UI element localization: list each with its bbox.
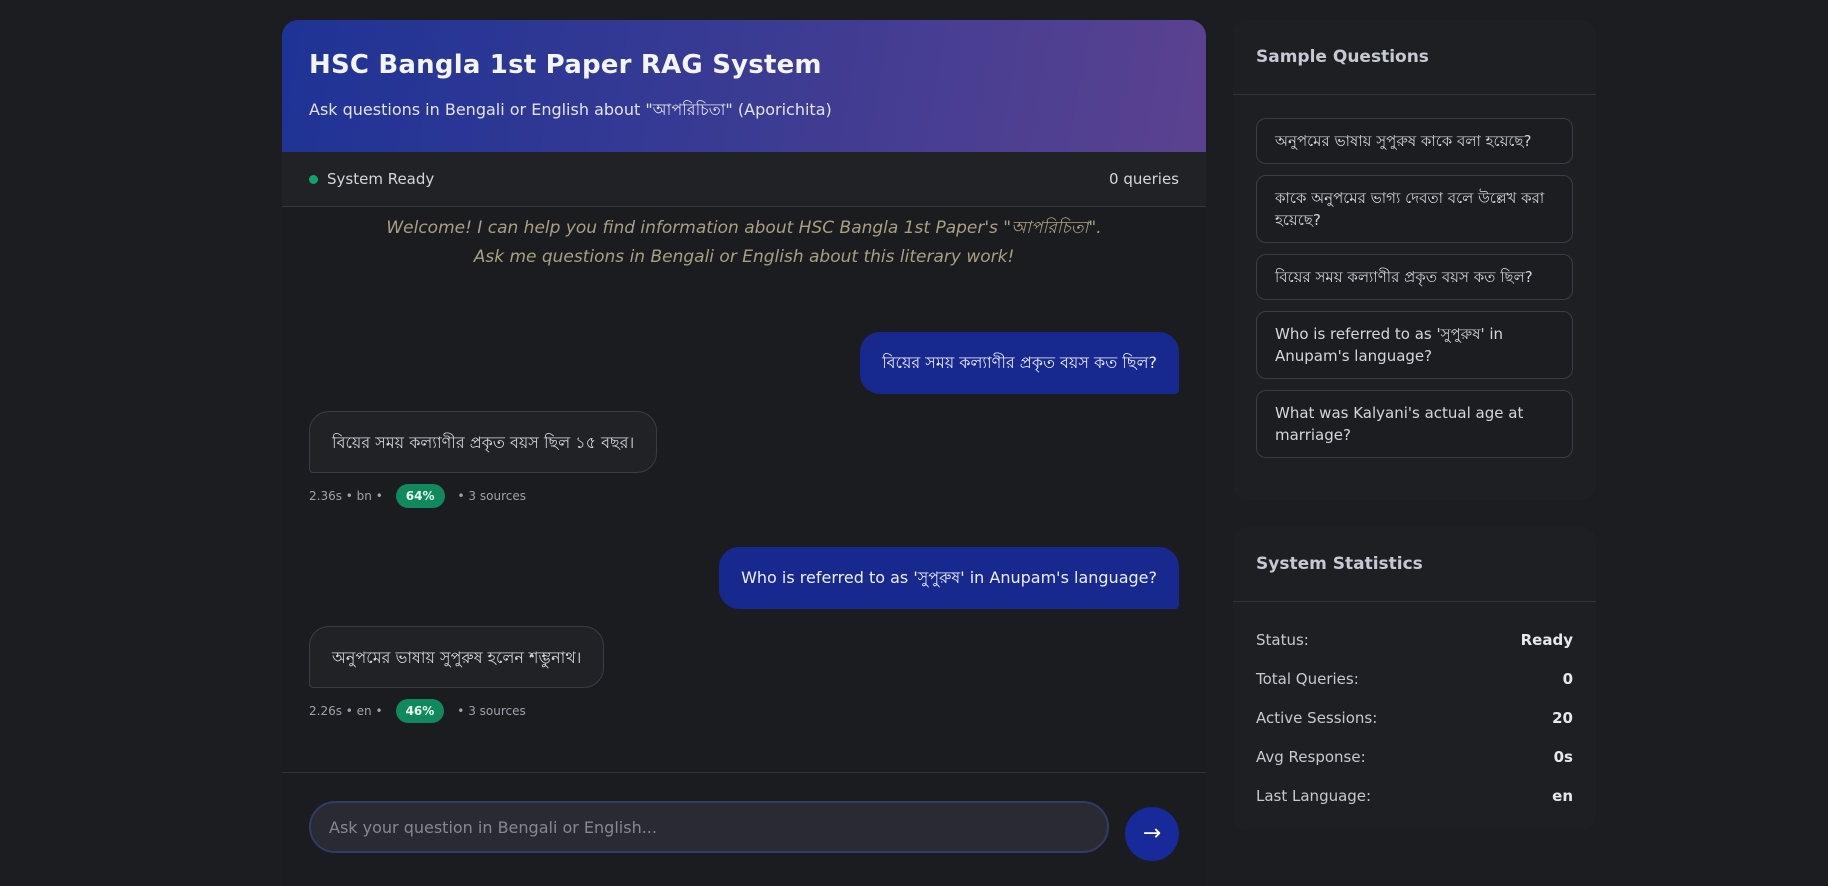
system-status-label: System Ready <box>327 170 435 188</box>
sources-count: • 3 sources <box>457 489 526 503</box>
stat-value: 0 <box>1562 669 1573 688</box>
send-button[interactable]: → <box>1125 807 1179 861</box>
sample-question-item[interactable]: কাকে অনুপমের ভাগ্য দেবতা বলে উল্লেখ করা … <box>1256 175 1573 243</box>
welcome-line-2: Ask me questions in Bengali or English a… <box>473 247 1015 267</box>
status-bar: System Ready 0 queries <box>282 152 1206 207</box>
stat-row-last-language: Last Language: en <box>1233 776 1596 815</box>
sample-questions-panel: Sample Questions অনুপমের ভাষায় সুপুরুষ … <box>1233 20 1596 500</box>
message-list: বিয়ের সময় কল্যাণীর প্রকৃত বয়স কত ছিল?… <box>282 272 1206 832</box>
confidence-badge: 46% <box>395 699 445 723</box>
confidence-badge: 64% <box>395 484 445 508</box>
response-info: 2.36s • bn • <box>309 489 383 503</box>
user-message: Who is referred to as 'সুপুরুষ' in Anupa… <box>719 547 1179 609</box>
stat-label: Total Queries: <box>1256 669 1359 688</box>
sample-questions-list: অনুপমের ভাষায় সুপুরুষ কাকে বলা হয়েছে? … <box>1233 95 1596 492</box>
question-input[interactable] <box>309 801 1109 853</box>
stat-row-total-queries: Total Queries: 0 <box>1233 659 1596 698</box>
message-meta: 2.36s • bn • 64% • 3 sources <box>309 484 526 508</box>
page-title: HSC Bangla 1st Paper RAG System <box>309 50 822 80</box>
system-statistics-panel: System Statistics Status: Ready Total Qu… <box>1233 527 1596 830</box>
chat-header: HSC Bangla 1st Paper RAG System Ask ques… <box>282 20 1206 152</box>
welcome-message: Welcome! I can help you find information… <box>282 214 1206 272</box>
chat-panel: HSC Bangla 1st Paper RAG System Ask ques… <box>282 20 1206 886</box>
query-count: 0 queries <box>1109 170 1179 188</box>
message-meta: 2.26s • en • 46% • 3 sources <box>309 699 526 723</box>
system-statistics-title: System Statistics <box>1233 527 1596 602</box>
sample-question-item[interactable]: বিয়ের সময় কল্যাণীর প্রকৃত বয়স কত ছিল? <box>1256 254 1573 300</box>
welcome-line-1: Welcome! I can help you find information… <box>386 218 1102 238</box>
stat-label: Avg Response: <box>1256 747 1366 766</box>
bot-message: বিয়ের সময় কল্যাণীর প্রকৃত বয়স ছিল ১৫ … <box>309 411 658 473</box>
system-status: System Ready <box>309 170 434 188</box>
stat-row-avg-response: Avg Response: 0s <box>1233 737 1596 776</box>
stat-row-status: Status: Ready <box>1233 620 1596 659</box>
sample-question-item[interactable]: অনুপমের ভাষায় সুপুরুষ কাকে বলা হয়েছে? <box>1256 118 1573 164</box>
sample-question-item[interactable]: Who is referred to as 'সুপুরুষ' in Anupa… <box>1256 311 1573 379</box>
stat-label: Last Language: <box>1256 786 1372 805</box>
response-info: 2.26s • en • <box>309 704 383 718</box>
stats-list: Status: Ready Total Queries: 0 Active Se… <box>1233 602 1596 815</box>
stat-value: Ready <box>1520 630 1573 649</box>
input-bar: → <box>282 772 1206 886</box>
sample-questions-title: Sample Questions <box>1233 20 1596 95</box>
page-subtitle: Ask questions in Bengali or English abou… <box>309 100 832 119</box>
stat-value: 20 <box>1552 708 1573 727</box>
stat-label: Status: <box>1256 630 1309 649</box>
status-dot-icon <box>309 175 318 184</box>
sources-count: • 3 sources <box>457 704 526 718</box>
stat-row-active-sessions: Active Sessions: 20 <box>1233 698 1596 737</box>
stat-value: 0s <box>1553 747 1573 766</box>
sample-question-item[interactable]: What was Kalyani's actual age at marriag… <box>1256 390 1573 458</box>
user-message: বিয়ের সময় কল্যাণীর প্রকৃত বয়স কত ছিল? <box>860 332 1179 394</box>
stat-label: Active Sessions: <box>1256 708 1378 727</box>
stat-value: en <box>1552 786 1573 805</box>
arrow-right-icon: → <box>1142 821 1162 846</box>
bot-message: অনুপমের ভাষায় সুপুরুষ হলেন শম্ভুনাথ। <box>309 626 605 688</box>
